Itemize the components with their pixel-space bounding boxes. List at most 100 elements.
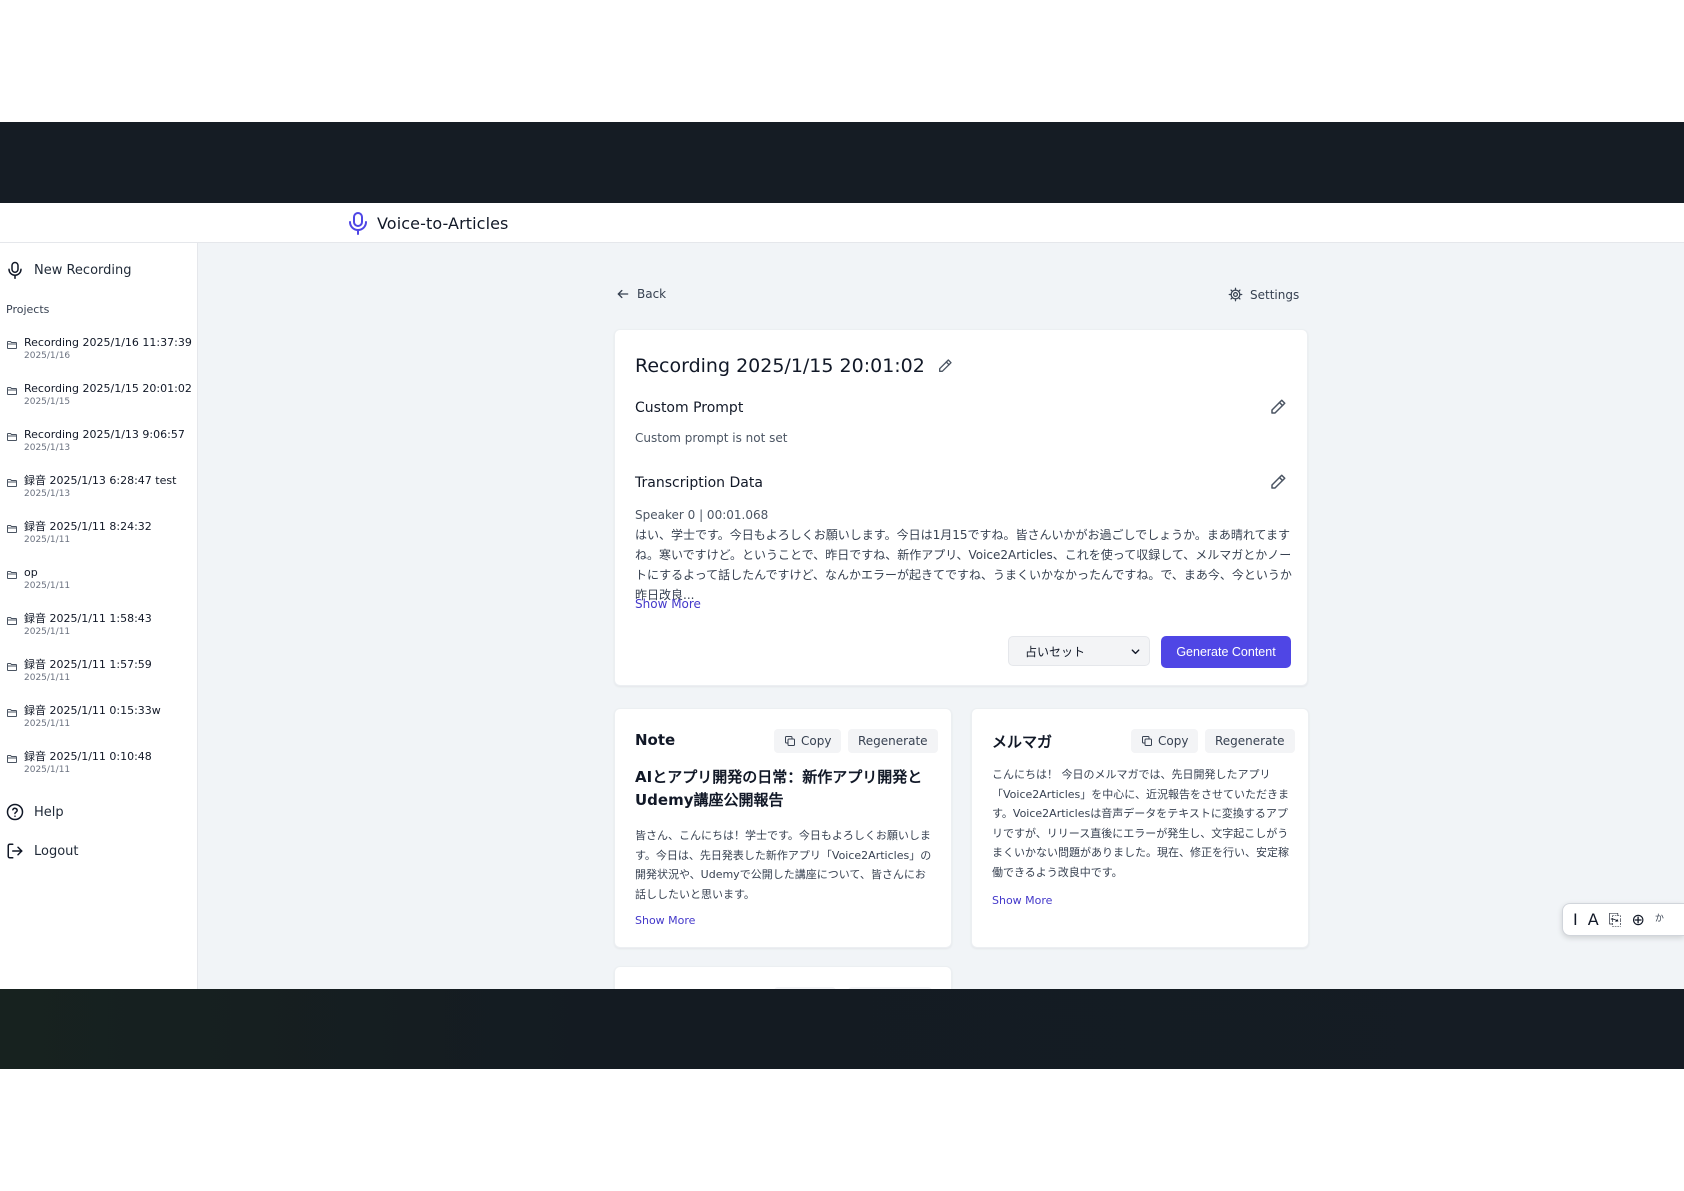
project-date: 2025/1/13 xyxy=(24,489,71,499)
top-dark-band xyxy=(0,122,1684,203)
preset-select[interactable]: 占いセット xyxy=(1008,636,1150,666)
top-bar: Voice-to-Articles xyxy=(0,203,1684,243)
text-cursor-icon[interactable]: I xyxy=(1573,911,1578,928)
recording-title: Recording 2025/1/15 20:01:02 xyxy=(635,355,925,377)
toolbar-peek-text: か xyxy=(1654,914,1664,924)
custom-prompt-value: Custom prompt is not set xyxy=(635,431,788,445)
project-text: 録音 2025/1/11 1:58:43 2025/1/11 xyxy=(24,612,152,638)
add-note-icon[interactable]: ⊕ xyxy=(1631,911,1644,928)
settings-button[interactable]: Settings xyxy=(1228,287,1299,302)
project-text: 録音 2025/1/11 0:15:33w 2025/1/11 xyxy=(24,704,161,730)
sidebar-project-item[interactable]: 録音 2025/1/13 6:28:47 test 2025/1/13 xyxy=(6,474,192,500)
article-body: 皆さん、こんにちは！学士です。今日もよろしくお願いします。今日は、先日発表した新… xyxy=(635,829,932,901)
folder-icon xyxy=(7,663,17,671)
edit-prompt-pencil-icon[interactable] xyxy=(1269,398,1287,416)
folder-icon xyxy=(7,525,17,533)
back-label: Back xyxy=(637,287,667,301)
bottom-dark-band xyxy=(0,989,1684,1069)
app-window: Voice-to-Articles New Recording Projects… xyxy=(0,203,1684,989)
help-button[interactable]: Help xyxy=(6,803,64,821)
settings-label: Settings xyxy=(1250,287,1300,302)
project-name: 録音 2025/1/11 1:58:43 xyxy=(24,612,152,625)
sidebar-project-item[interactable]: 録音 2025/1/11 0:10:48 2025/1/11 xyxy=(6,750,192,776)
logout-label: Logout xyxy=(34,843,79,859)
sidebar-project-item[interactable]: Recording 2025/1/15 20:01:02 2025/1/15 xyxy=(6,382,192,408)
copy-label: Copy xyxy=(1158,734,1189,748)
arrow-left-icon xyxy=(617,289,629,299)
project-name: 録音 2025/1/11 8:24:32 xyxy=(24,520,152,533)
font-icon[interactable]: A xyxy=(1588,911,1599,928)
folder-icon xyxy=(7,433,17,441)
folder-icon xyxy=(7,571,17,579)
project-date: 2025/1/11 xyxy=(24,673,71,683)
new-recording-button[interactable]: New Recording xyxy=(6,261,132,279)
recording-title-row: Recording 2025/1/15 20:01:02 xyxy=(635,355,953,377)
project-date: 2025/1/11 xyxy=(24,627,71,637)
edit-title-pencil-icon[interactable] xyxy=(937,358,953,374)
copy-button[interactable]: Copy xyxy=(1131,729,1199,753)
preset-selected-value: 占いセット xyxy=(1025,644,1086,659)
sidebar: New Recording Projects Recording 2025/1/… xyxy=(0,243,198,989)
sidebar-project-item[interactable]: op 2025/1/11 xyxy=(6,566,192,592)
project-date: 2025/1/16 xyxy=(24,351,71,361)
output-card-partial xyxy=(614,966,952,989)
project-name: 録音 2025/1/11 0:15:33w xyxy=(24,704,161,717)
recording-card: Recording 2025/1/15 20:01:02 Custom Prom… xyxy=(614,329,1308,686)
note-show-more[interactable]: Show More xyxy=(635,914,695,927)
project-text: Recording 2025/1/15 20:01:02 2025/1/15 xyxy=(24,382,192,408)
regenerate-label: Regenerate xyxy=(858,734,928,748)
sidebar-project-item[interactable]: Recording 2025/1/16 11:37:39 2025/1/16 xyxy=(6,336,192,362)
help-circle-icon xyxy=(6,803,24,821)
project-name: 録音 2025/1/11 0:10:48 xyxy=(24,750,152,763)
output-title: Note xyxy=(635,731,676,749)
floating-toolbar: I A ⎘ ⊕ か xyxy=(1562,903,1684,936)
project-name: Recording 2025/1/15 20:01:02 xyxy=(24,382,192,395)
output-card-newsletter: メルマガ Copy Regenerate こんにちは！ 今日のメルマガでは、先日… xyxy=(971,708,1309,948)
folder-icon xyxy=(7,617,17,625)
transcription-title: Transcription Data xyxy=(635,475,763,491)
generate-content-button[interactable]: Generate Content xyxy=(1161,636,1291,668)
project-text: Recording 2025/1/13 9:06:57 2025/1/13 xyxy=(24,428,185,454)
transcription-text: はい、学士です。今日もよろしくお願いします。今日は1月15ですね。皆さんいかがお… xyxy=(635,528,1292,602)
project-text: op 2025/1/11 xyxy=(24,566,70,592)
project-date: 2025/1/11 xyxy=(24,765,71,775)
logout-button[interactable]: Logout xyxy=(6,842,79,860)
custom-prompt-title: Custom Prompt xyxy=(635,400,744,416)
projects-heading: Projects xyxy=(6,303,50,316)
chevron-down-icon xyxy=(1131,648,1140,654)
gear-icon xyxy=(1228,287,1243,302)
transcription-show-more[interactable]: Show More xyxy=(635,597,701,611)
project-date: 2025/1/11 xyxy=(24,581,71,591)
project-name: Recording 2025/1/16 11:37:39 xyxy=(24,336,192,349)
speaker-timestamp: Speaker 0 | 00:01.068 xyxy=(635,508,769,522)
sidebar-project-item[interactable]: 録音 2025/1/11 0:15:33w 2025/1/11 xyxy=(6,704,192,730)
sidebar-project-item[interactable]: 録音 2025/1/11 1:57:59 2025/1/11 xyxy=(6,658,192,684)
project-name: 録音 2025/1/11 1:57:59 xyxy=(24,658,152,671)
newsletter-show-more[interactable]: Show More xyxy=(992,894,1052,907)
sidebar-project-item[interactable]: 録音 2025/1/11 8:24:32 2025/1/11 xyxy=(6,520,192,546)
copy-button[interactable]: Copy xyxy=(774,729,842,753)
project-date: 2025/1/15 xyxy=(24,397,71,407)
folder-icon xyxy=(7,341,17,349)
back-button[interactable]: Back xyxy=(616,287,666,301)
paste-icon[interactable]: ⎘ xyxy=(1609,911,1622,928)
sidebar-project-item[interactable]: 録音 2025/1/11 1:58:43 2025/1/11 xyxy=(6,612,192,638)
copy-icon xyxy=(785,736,795,746)
regenerate-button[interactable]: Regenerate xyxy=(848,729,938,753)
output-title: メルマガ xyxy=(992,733,1053,751)
regenerate-button[interactable]: Regenerate xyxy=(1205,729,1295,753)
sidebar-project-item[interactable]: Recording 2025/1/13 9:06:57 2025/1/13 xyxy=(6,428,192,454)
folder-icon xyxy=(7,755,17,763)
project-date: 2025/1/11 xyxy=(24,719,71,729)
newsletter-body: こんにちは！ 今日のメルマガでは、先日開発したアプリ「Voice2Article… xyxy=(992,768,1289,879)
folder-icon xyxy=(7,709,17,717)
project-text: 録音 2025/1/11 1:57:59 2025/1/11 xyxy=(24,658,152,684)
microphone-icon xyxy=(349,212,367,235)
project-name: 録音 2025/1/13 6:28:47 test xyxy=(24,474,177,487)
logout-icon xyxy=(7,843,23,859)
output-card-note: Note Copy Regenerate AIとアプリ開発の日常：新作アプリ開発… xyxy=(614,708,952,948)
brand[interactable]: Voice-to-Articles xyxy=(348,203,509,243)
copy-icon xyxy=(1142,736,1152,746)
edit-transcription-pencil-icon[interactable] xyxy=(1269,473,1287,491)
copy-label: Copy xyxy=(801,734,832,748)
